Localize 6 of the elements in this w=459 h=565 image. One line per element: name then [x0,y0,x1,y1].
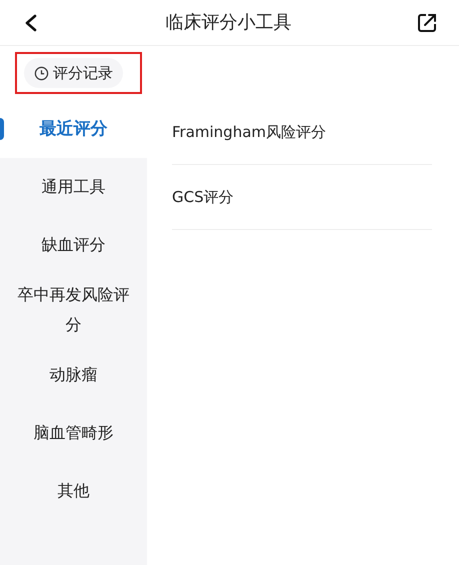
tool-item[interactable]: Framingham风险评分 [172,100,432,165]
clock-icon [34,66,49,80]
score-history-button[interactable]: 评分记录 [24,58,123,88]
selection-bar [0,118,4,140]
page-title: 临床评分小工具 [166,11,292,35]
tool-item[interactable]: GCS评分 [172,165,432,230]
